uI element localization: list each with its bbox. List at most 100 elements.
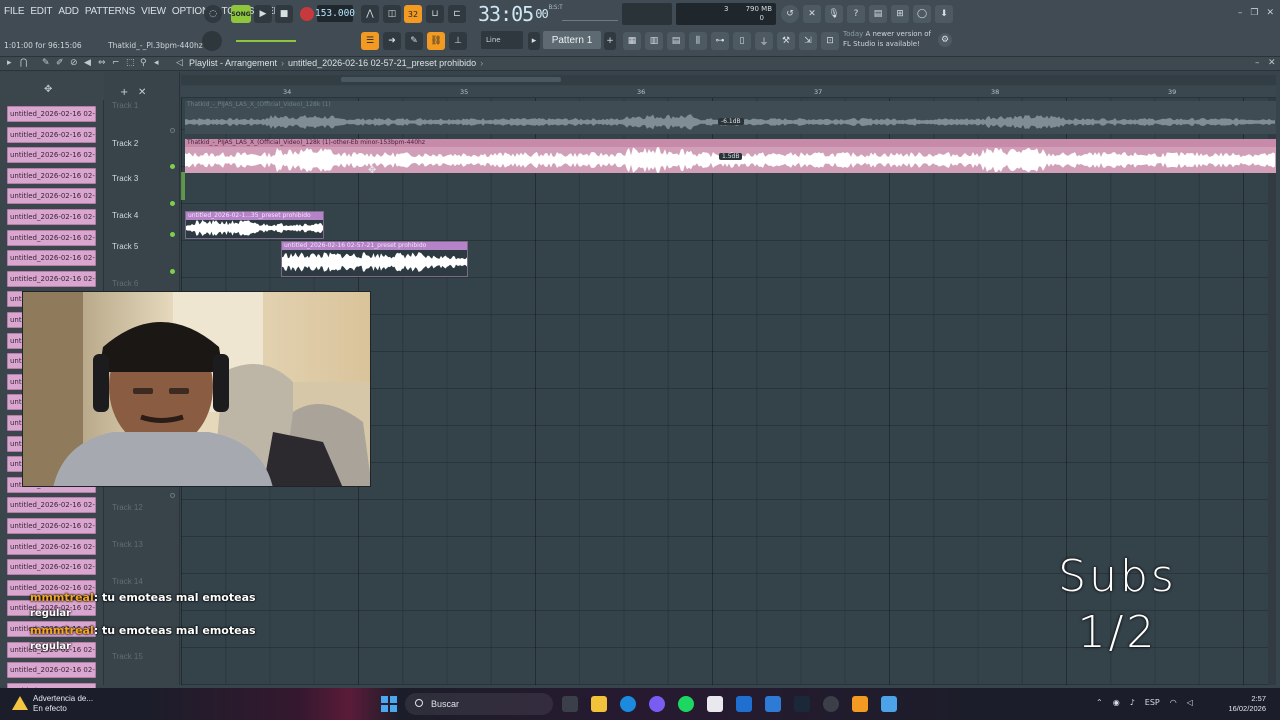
spotify-icon[interactable] [678,696,694,712]
blend-notes-icon[interactable]: ⊔ [426,5,444,23]
playlist-icon[interactable]: ▦ [623,32,641,50]
track-3-label[interactable]: Track 3 [112,174,138,183]
gear-icon[interactable]: ⚙ [938,33,952,47]
wifi-icon[interactable]: ◠ [1170,698,1177,707]
master-volume-bar[interactable] [236,40,296,42]
notepad-icon[interactable] [881,696,897,712]
master-pitch-knob[interactable] [202,31,222,51]
paint-tool-icon[interactable]: ✐ [56,58,64,68]
pattern-item[interactable]: untitled_2026-02-16 02- [7,250,96,267]
draw-tool-icon[interactable]: ✎ [42,58,50,68]
track-13-label[interactable]: Track 13 [112,540,143,549]
mute-tool-icon[interactable]: ◀ [84,58,91,68]
windows-start-icon[interactable] [381,696,397,712]
news-panel[interactable]: Today A newer version of FL Studio is av… [843,29,931,49]
track-11-led[interactable] [170,493,175,498]
mixer-icon[interactable]: ⊞ [891,5,909,23]
pattern-select[interactable]: Pattern 1 [543,31,601,49]
help-icon[interactable]: ? [847,5,865,23]
pattern-item[interactable]: untitled_2026-02-16 02- [7,106,96,122]
pattern-item[interactable]: untitled_2026-02-16 02- [7,167,96,184]
prev-pattern-icon[interactable]: ▸ [528,32,540,50]
tray-app-icon[interactable]: ◉ [1113,698,1120,707]
wait-record-icon[interactable]: ⊏ [448,5,466,23]
fl-studio-icon[interactable] [852,696,868,712]
file-explorer-icon[interactable] [591,696,607,712]
volume-icon[interactable]: ◁ [1187,698,1193,707]
menu-patterns[interactable]: PATTERNS [85,6,135,17]
snap-select[interactable]: Line [481,31,523,49]
delete-tool-icon[interactable]: ⊘ [70,58,78,68]
track-5-led[interactable] [170,269,175,274]
stop-icon[interactable]: ■ [275,5,293,23]
plug-icon[interactable]: ⏚ [755,32,773,50]
master-volume-slider[interactable] [562,7,618,21]
minimize-icon[interactable]: – [1238,8,1243,18]
collapse-icon[interactable]: ✕ [138,87,146,98]
song-time[interactable]: 33:05 00 B:S:T [478,2,563,26]
loop-record-icon[interactable]: ◫ [383,5,401,23]
add-pattern-icon[interactable]: + [604,32,616,50]
save-icon[interactable]: ▤ [869,5,887,23]
vertical-scrollbar[interactable] [1268,98,1276,685]
touch-keyboard-icon[interactable]: ⇲ [799,32,817,50]
arrow-icon[interactable]: ▸ [7,58,12,68]
arrow-right-icon[interactable]: ➜ [383,32,401,50]
horizontal-scrollbar[interactable] [181,75,1276,85]
add-track-icon[interactable]: + [120,87,128,98]
playlist-snap-icon[interactable]: ☰ [361,32,379,50]
mixer-view-icon[interactable]: ⫼ [689,32,707,50]
playlist-close-icon[interactable]: ✕ [1268,58,1276,68]
pattern-item[interactable]: untitled_2026-02-16 02- [7,559,96,576]
pattern-item[interactable]: untitled_2026-02-16 02- [7,518,96,534]
pattern-item[interactable]: untitled_2026-02-16 02- [7,662,96,679]
pattern-item[interactable]: untitled_2026-02-16 02- [7,126,96,143]
playback-tool-icon[interactable]: ◂ [154,58,159,68]
pattern-item[interactable]: untitled_2026-02-16 02- [7,229,96,246]
track-5-label[interactable]: Track 5 [112,242,138,251]
panic-icon[interactable]: ✕ [803,5,821,23]
taskbar-clock[interactable]: 2:57 16/02/2026 [1228,694,1266,714]
menu-file[interactable]: FILE [4,6,25,17]
song-mode-button[interactable]: SONG [231,5,251,23]
step-edit-button[interactable]: 32 [404,5,422,23]
scroll-thumb[interactable] [341,77,561,82]
track-6-label[interactable]: Track 6 [112,279,138,288]
track-1-led[interactable] [170,128,175,133]
browser-icon[interactable]: ⊶ [711,32,729,50]
metronome-icon[interactable]: ◌ [204,5,222,23]
move-icon[interactable]: ✥ [44,84,52,95]
track-2-label[interactable]: Track 2 [112,139,138,148]
record-icon[interactable] [300,7,314,21]
microphone-icon[interactable]: 🎙 [825,5,843,23]
undo-history-icon[interactable]: ↺ [781,5,799,23]
cart-icon[interactable]: ⊡ [821,32,839,50]
track-3-led[interactable] [170,201,175,206]
playlist-minimize-icon[interactable]: – [1255,58,1260,68]
stamp-icon[interactable]: ⊥ [449,32,467,50]
slice-tool-icon[interactable]: ⌐ [112,58,120,68]
menu-add[interactable]: ADD [58,6,79,17]
close-icon[interactable]: ✕ [1266,8,1274,18]
track-4-led[interactable] [170,232,175,237]
channel-rack-icon[interactable]: ▤ [667,32,685,50]
discord-icon[interactable] [649,696,665,712]
tray-chevron-icon[interactable]: ⌃ [1096,698,1103,707]
edge-icon[interactable] [620,696,636,712]
track-12-label[interactable]: Track 12 [112,503,143,512]
obs-icon[interactable] [823,696,839,712]
pattern-item[interactable]: untitled_2026-02-16 02- [7,147,96,164]
download-icon[interactable]: ⬇ [935,5,953,23]
zoom-tool-icon[interactable]: ⚲ [140,58,147,68]
track-2-led[interactable] [170,164,175,169]
steam-icon[interactable] [794,696,810,712]
pattern-item[interactable]: untitled_2026-02-16 02- [7,209,96,225]
menu-view[interactable]: VIEW [141,6,166,17]
mail-icon[interactable] [736,696,752,712]
pencil-icon[interactable]: ✎ [405,32,423,50]
plugin-picker-icon[interactable]: ▯ [733,32,751,50]
task-view-icon[interactable] [562,696,578,712]
restore-icon[interactable]: ❐ [1250,8,1258,18]
magnet-icon[interactable]: ⋂ [20,58,27,68]
piano-roll-icon[interactable]: ▥ [645,32,663,50]
